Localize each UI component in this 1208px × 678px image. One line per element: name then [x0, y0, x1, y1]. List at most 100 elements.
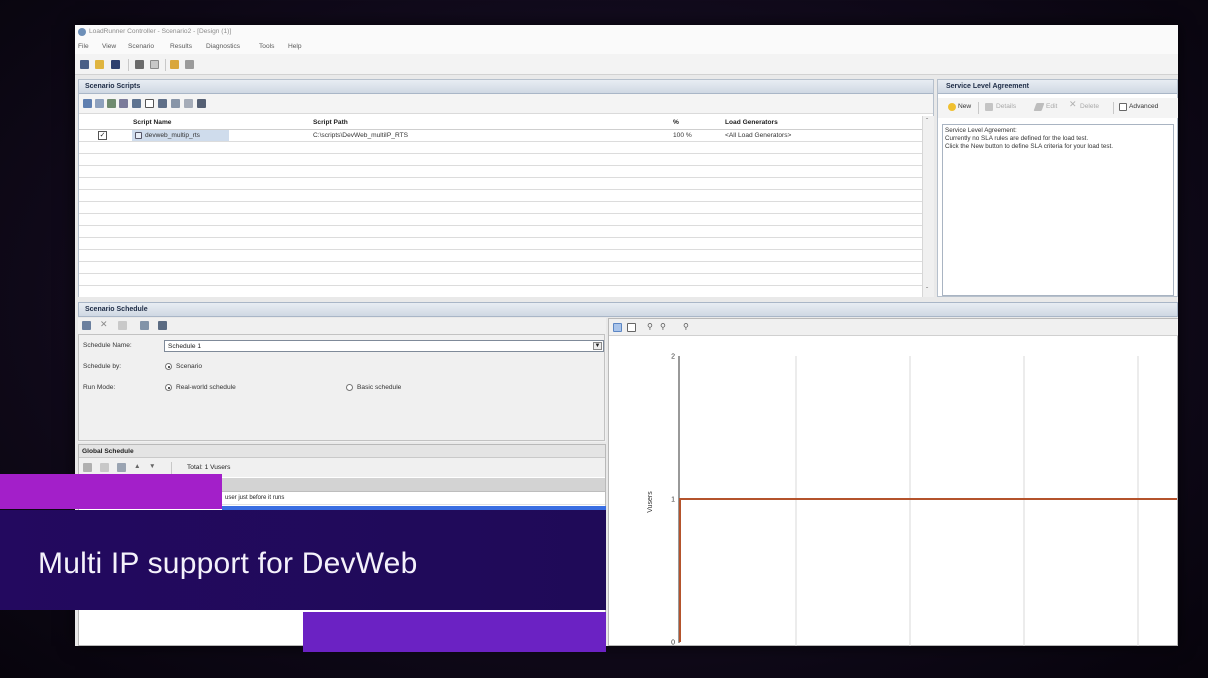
details-icon[interactable] [119, 99, 128, 108]
toolbar-separator [978, 102, 979, 114]
script-load-generators[interactable]: <All Load Generators> [725, 131, 791, 140]
real-world-label: Real-world schedule [176, 384, 236, 391]
global-schedule-header: Global Schedule [79, 445, 605, 458]
lower-third-title: Multi IP support for DevWeb [38, 547, 418, 580]
schedule-name-select[interactable]: Schedule 1 ▼ [164, 340, 604, 352]
column-script-name[interactable]: Script Name [133, 118, 171, 127]
window-title: LoadRunner Controller - Scenario2 - [Des… [89, 28, 232, 35]
real-world-radio[interactable] [165, 384, 172, 391]
menu-file[interactable]: File [78, 42, 89, 51]
new-scenario-icon[interactable] [80, 60, 89, 69]
script-percent[interactable]: 100 % [673, 131, 692, 140]
fit-view-icon[interactable] [627, 323, 636, 332]
move-down-icon[interactable]: ▼ [149, 462, 156, 471]
view-script-icon[interactable] [132, 99, 141, 108]
schedule-options-icon[interactable] [158, 321, 167, 330]
menu-bar: File View Scenario Results Diagnostics T… [75, 39, 1178, 54]
schedule-name-value: Schedule 1 [168, 343, 201, 350]
schedule-name-label: Schedule Name: [83, 342, 132, 349]
advanced-icon [1119, 103, 1127, 111]
delete-action-icon[interactable] [100, 463, 109, 472]
y-tick-label: 0 [671, 640, 675, 647]
menu-tools[interactable]: Tools [259, 42, 274, 51]
open-icon[interactable] [95, 60, 104, 69]
scroll-down-icon[interactable]: ˇ [926, 286, 928, 295]
panel-title: Scenario Scripts [85, 83, 141, 90]
app-icon [78, 28, 86, 36]
edit-action-icon[interactable] [83, 463, 92, 472]
insert-action-icon[interactable] [117, 463, 126, 472]
monitor-icon[interactable] [185, 60, 194, 69]
properties-icon[interactable] [197, 99, 206, 108]
add-script-icon[interactable] [83, 99, 92, 108]
refresh-icon[interactable] [150, 60, 159, 69]
move-up-icon[interactable]: ▲ [134, 462, 141, 471]
generators-icon[interactable] [145, 99, 154, 108]
run-mode-label: Run Mode: [83, 384, 116, 391]
scripts-scrollbar[interactable]: ˆ ˇ [922, 116, 934, 297]
script-checkbox[interactable]: ✓ [98, 131, 107, 140]
scenario-schedule-header: Scenario Schedule [78, 302, 1178, 317]
menu-view[interactable]: View [102, 42, 116, 51]
sla-advanced-button[interactable]: Advanced [1129, 102, 1158, 111]
basic-schedule-radio[interactable] [346, 384, 353, 391]
sla-description-box: Service Level Agreement: Currently no SL… [942, 124, 1174, 296]
new-schedule-icon[interactable] [82, 321, 91, 330]
delete-x-icon: ✕ [1069, 99, 1077, 109]
runtime-settings-icon[interactable] [107, 99, 116, 108]
schedule-form: ✕ Schedule Name: Schedule 1 ▼ Schedule b… [78, 318, 606, 442]
table-row[interactable]: ✓ devweb_multip_rts C:\scripts\DevWeb_mu… [79, 130, 922, 141]
schedule-graph-panel: ⚲ ⚲ ⚲ Vusers 2 1 0 [608, 318, 1178, 646]
scenario-scripts-panel: Scenario Scripts Script Name Script Path… [78, 79, 934, 297]
sla-new-button[interactable]: New [958, 102, 971, 111]
schedule-action-text: user just before it runs [225, 495, 285, 501]
zoom-in-icon[interactable]: ⚲ [647, 322, 653, 331]
edit-pencil-icon [1033, 103, 1045, 111]
zoom-reset-icon[interactable]: ⚲ [683, 322, 689, 331]
toolbar-separator [1113, 102, 1114, 114]
y-tick-label: 2 [671, 354, 675, 361]
remove-script-icon[interactable] [95, 99, 104, 108]
graph-toolbar: ⚲ ⚲ ⚲ [609, 319, 1178, 336]
overlay-bottom-bar [303, 612, 606, 652]
select-mode-icon[interactable] [613, 323, 622, 332]
schedule-by-scenario-radio[interactable] [165, 363, 172, 370]
sla-icon[interactable] [184, 99, 193, 108]
column-load-generators[interactable]: Load Generators [725, 118, 778, 127]
y-axis-label: Vusers [647, 491, 654, 513]
column-percent[interactable]: % [673, 118, 679, 127]
sla-details-button[interactable]: Details [996, 102, 1016, 111]
script-icon [135, 132, 142, 139]
basic-schedule-label: Basic schedule [357, 384, 402, 391]
vusers-icon[interactable] [158, 99, 167, 108]
scripts-table-body: ✓ devweb_multip_rts C:\scripts\DevWeb_mu… [79, 130, 922, 297]
load-generator-icon[interactable] [170, 60, 179, 69]
chevron-down-icon[interactable]: ▼ [593, 342, 602, 350]
total-vusers: Total: 1 Vusers [187, 464, 231, 471]
details-icon [985, 103, 993, 111]
menu-diagnostics[interactable]: Diagnostics [206, 42, 240, 51]
y-tick-label: 1 [671, 497, 675, 504]
menu-results[interactable]: Results [170, 42, 192, 51]
panel-header: Service Level Agreement [938, 80, 1177, 94]
sla-text-line: Service Level Agreement: [945, 127, 1017, 134]
column-script-path[interactable]: Script Path [313, 118, 348, 127]
script-path: C:\scripts\DevWeb_multiIP_RTS [313, 132, 409, 139]
menu-help[interactable]: Help [288, 42, 302, 51]
save-icon[interactable] [111, 60, 120, 69]
panel-title: Service Level Agreement [946, 83, 1030, 90]
script-name: devweb_multip_rts [145, 132, 200, 139]
new-icon [948, 103, 956, 111]
sla-edit-button[interactable]: Edit [1046, 102, 1057, 111]
menu-scenario[interactable]: Scenario [128, 42, 154, 51]
zoom-out-icon[interactable]: ⚲ [660, 322, 666, 331]
sla-delete-button[interactable]: Delete [1080, 102, 1099, 111]
scroll-up-icon[interactable]: ˆ [926, 117, 928, 126]
service-virtualization-icon[interactable] [171, 99, 180, 108]
schedule-settings-icon[interactable] [140, 321, 149, 330]
rename-schedule-icon[interactable] [118, 321, 127, 330]
sla-toolbar: New Details Edit ✕ Delete Advanced [938, 98, 1178, 118]
vuser-icon[interactable] [135, 60, 144, 69]
delete-schedule-icon[interactable]: ✕ [100, 320, 108, 329]
title-bar: LoadRunner Controller - Scenario2 - [Des… [75, 25, 1178, 39]
